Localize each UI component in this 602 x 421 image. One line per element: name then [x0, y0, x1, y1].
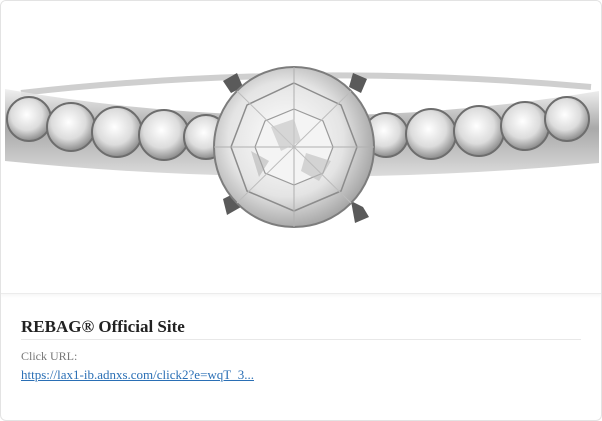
ad-card: REBAG® Official Site Click URL: https://…: [0, 0, 602, 421]
diamond-ring-image: [5, 66, 599, 228]
click-url-link[interactable]: https://lax1-ib.adnxs.com/click2?e=wqT_3…: [21, 367, 254, 383]
ad-title[interactable]: REBAG® Official Site: [21, 301, 581, 340]
ad-body: REBAG® Official Site Click URL: https://…: [21, 301, 581, 384]
ad-image[interactable]: [1, 1, 601, 294]
center-diamond: [213, 66, 375, 228]
click-url-label: Click URL:: [21, 349, 78, 363]
